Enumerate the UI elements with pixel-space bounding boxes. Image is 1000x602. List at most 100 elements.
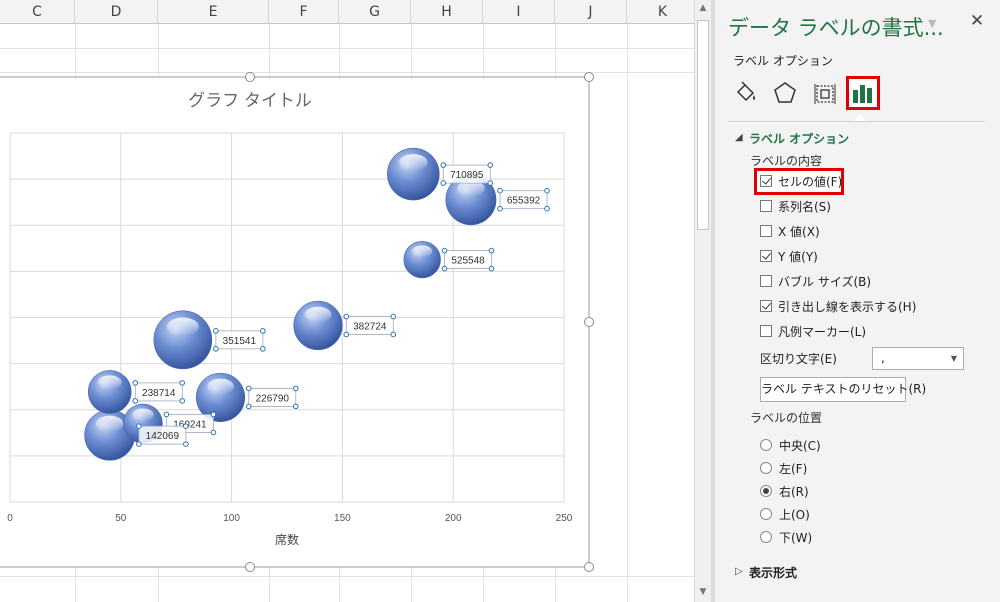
checkbox-cell-value[interactable]: セルの値(F) (760, 171, 842, 191)
label-handle[interactable] (544, 187, 550, 194)
label-handle[interactable] (343, 313, 350, 320)
radio-above[interactable]: 上(O) (760, 504, 810, 524)
radio-button[interactable] (760, 485, 772, 497)
vertical-scrollbar[interactable]: ▲ ▼ (694, 0, 711, 602)
label-handle[interactable] (136, 423, 142, 429)
label-handle[interactable] (213, 328, 219, 334)
data-label[interactable]: 655392 (507, 196, 541, 207)
separator-select[interactable]: , ▼ (872, 347, 964, 370)
radio-center[interactable]: 中央(C) (760, 435, 821, 455)
label-handle[interactable] (487, 162, 494, 168)
label-handle[interactable] (132, 398, 139, 404)
radio-left[interactable]: 左(F) (760, 458, 807, 478)
label-handle[interactable] (136, 441, 142, 447)
column-header[interactable]: F (269, 0, 339, 24)
data-label[interactable]: 710895 (450, 170, 484, 181)
checkbox-series-name[interactable]: 系列名(S) (760, 196, 831, 216)
chevron-down-icon[interactable]: ▼ (928, 17, 936, 30)
number-section[interactable]: 表示形式 (749, 564, 797, 581)
label-handle[interactable] (441, 265, 448, 272)
checkbox-x-value[interactable]: X 値(X) (760, 221, 820, 241)
label-handle[interactable] (210, 429, 217, 436)
resize-handle[interactable] (245, 72, 255, 82)
column-header[interactable]: E (158, 0, 269, 24)
effects-tab[interactable] (768, 76, 802, 110)
checkbox-legend-key[interactable]: 凡例マーカー(L) (760, 321, 866, 341)
resize-handle[interactable] (584, 317, 594, 327)
label-handle[interactable] (390, 331, 397, 338)
label-handle[interactable] (487, 180, 494, 186)
resize-handle[interactable] (584, 562, 594, 572)
data-label[interactable]: 525548 (451, 256, 485, 267)
x-axis-title[interactable]: 席数 (275, 532, 299, 547)
scroll-up-icon[interactable]: ▲ (695, 0, 711, 17)
label-options-tab[interactable]: ラベル オプション (733, 52, 833, 69)
label-handle[interactable] (132, 380, 139, 386)
label-handle[interactable] (213, 346, 219, 352)
scroll-down-icon[interactable]: ▼ (695, 584, 711, 601)
column-header[interactable]: J (555, 0, 627, 24)
label-handle[interactable] (440, 162, 447, 168)
chart-title[interactable]: グラフ タイトル (188, 91, 312, 110)
data-label[interactable]: 142069 (146, 431, 180, 442)
label-handle[interactable] (245, 403, 252, 410)
label-handle[interactable] (440, 180, 447, 186)
label-handle[interactable] (210, 411, 217, 418)
collapse-triangle-icon[interactable]: ◢ (735, 132, 743, 143)
radio-button[interactable] (760, 508, 772, 520)
label-handle[interactable] (245, 385, 252, 392)
label-handle[interactable] (390, 313, 397, 320)
data-label[interactable]: 226790 (256, 393, 290, 404)
resize-handle[interactable] (245, 562, 255, 572)
column-header[interactable]: K (627, 0, 694, 24)
data-label[interactable]: 382724 (353, 321, 387, 332)
radio-button[interactable] (760, 462, 772, 474)
label-handle[interactable] (497, 187, 503, 194)
checkbox-y-value[interactable]: Y 値(Y) (760, 246, 818, 266)
checkbox[interactable] (760, 325, 772, 337)
checkbox[interactable] (760, 250, 772, 262)
reset-label-text-button[interactable]: ラベル テキストのリセット(R) (760, 377, 926, 402)
radio-button[interactable] (760, 531, 772, 543)
radio-below[interactable]: 下(W) (760, 527, 812, 547)
checkbox[interactable] (760, 225, 772, 237)
resize-handle[interactable] (584, 72, 594, 82)
radio-button[interactable] (760, 439, 772, 451)
label-handle[interactable] (441, 247, 448, 254)
checkbox-leader-lines[interactable]: 引き出し線を表示する(H) (760, 296, 916, 316)
label-handle[interactable] (163, 411, 170, 418)
close-icon[interactable]: ✕ (967, 11, 987, 31)
label-handle[interactable] (488, 247, 495, 254)
label-options-section[interactable]: ラベル オプション (749, 130, 849, 147)
label-handle[interactable] (179, 398, 186, 404)
label-handle[interactable] (343, 331, 350, 338)
label-handle[interactable] (292, 403, 299, 410)
label-handle[interactable] (260, 346, 266, 352)
label-handle[interactable] (488, 265, 495, 272)
checkbox[interactable] (760, 275, 772, 287)
label-handle[interactable] (544, 205, 550, 212)
checkbox-bubble-size[interactable]: バブル サイズ(B) (760, 271, 871, 291)
data-label[interactable]: 238714 (142, 388, 176, 399)
label-handle[interactable] (179, 380, 186, 386)
size-properties-tab[interactable] (808, 76, 842, 110)
column-header[interactable]: D (75, 0, 158, 24)
checkbox[interactable] (760, 175, 772, 187)
column-header[interactable]: C (0, 0, 75, 24)
checkbox[interactable] (760, 300, 772, 312)
label-handle[interactable] (497, 205, 503, 212)
expand-triangle-icon[interactable]: ▷ (735, 566, 743, 577)
label-handle[interactable] (183, 423, 189, 429)
radio-right[interactable]: 右(R) (760, 481, 809, 501)
label-options-icon-tab[interactable] (846, 76, 880, 110)
label-handle[interactable] (292, 385, 299, 392)
fill-line-tab[interactable] (729, 76, 763, 110)
scroll-thumb[interactable] (697, 20, 709, 230)
data-label[interactable]: 351541 (223, 336, 257, 347)
column-header[interactable]: I (483, 0, 555, 24)
checkbox[interactable] (760, 200, 772, 212)
label-handle[interactable] (183, 441, 189, 447)
column-header[interactable]: H (411, 0, 483, 24)
label-handle[interactable] (260, 328, 266, 334)
column-header[interactable]: G (339, 0, 411, 24)
